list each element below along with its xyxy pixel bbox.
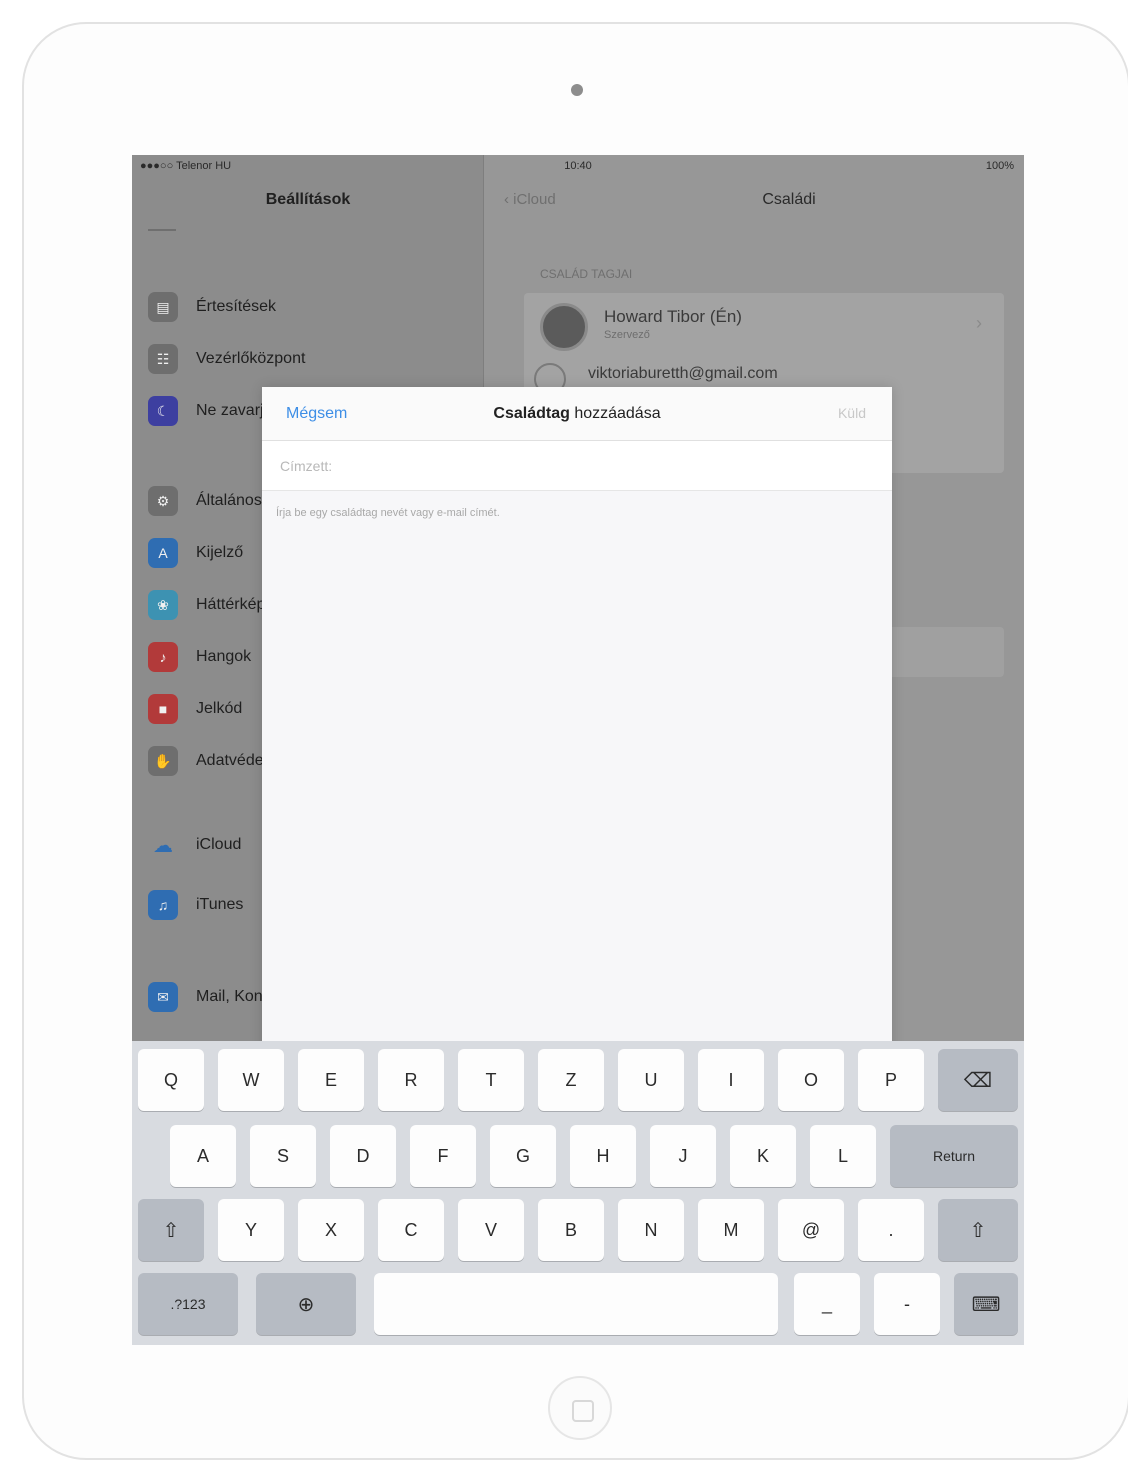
key-z[interactable]: Z [538, 1049, 604, 1111]
detail-title: Családi [762, 191, 816, 208]
shift-key-right[interactable]: ⇧ [938, 1199, 1018, 1261]
key-o[interactable]: O [778, 1049, 844, 1111]
key-i[interactable]: I [698, 1049, 764, 1111]
recipient-field[interactable] [262, 441, 892, 491]
key-n[interactable]: N [618, 1199, 684, 1261]
key-dash[interactable]: - [874, 1273, 940, 1335]
clock: 10:40 [564, 160, 592, 172]
key-a[interactable]: A [170, 1125, 236, 1187]
key-at[interactable]: @ [778, 1199, 844, 1261]
key-l[interactable]: L [810, 1125, 876, 1187]
shift-key-left[interactable]: ⇧ [138, 1199, 204, 1261]
contact-name: Howard Tibor (Én) [604, 307, 742, 326]
sidebar-item-label: Vezérlőközpont [196, 350, 306, 367]
key-underscore[interactable]: _ [794, 1273, 860, 1335]
recipient-input[interactable] [280, 453, 860, 479]
key-y[interactable]: Y [218, 1199, 284, 1261]
backspace-key[interactable]: ⌫ [938, 1049, 1018, 1111]
mail-icon: ✉ [148, 982, 178, 1012]
modal-title-bold: Családtag [493, 405, 570, 422]
key-g[interactable]: G [490, 1125, 556, 1187]
camera [571, 84, 583, 96]
modal-title: Családtag hozzáadása [262, 405, 892, 423]
sidebar-item-label: Hangok [196, 648, 252, 665]
key-p[interactable]: P [858, 1049, 924, 1111]
sound-icon: ♪ [148, 642, 178, 672]
sidebar-item-label: Értesítések [196, 298, 277, 315]
return-key[interactable]: Return [890, 1125, 1018, 1187]
key-period[interactable]: . [858, 1199, 924, 1261]
contact-email: viktoriaburetth@gmail.com [588, 365, 778, 382]
sidebar-title: Beállítások [265, 191, 351, 208]
key-t[interactable]: T [458, 1049, 524, 1111]
modal-nav-bar: Mégsem Családtag hozzáadása Küld [262, 387, 892, 441]
contact-row[interactable]: Howard Tibor (Én) Szervező › [540, 297, 1000, 357]
divider [148, 229, 176, 231]
sidebar-item-label: Általános [196, 492, 262, 509]
modal-title-rest: hozzáadása [574, 405, 661, 422]
key-f[interactable]: F [410, 1125, 476, 1187]
sidebar-item-label: Háttérkép [196, 596, 266, 613]
globe-icon[interactable]: ⊕ [256, 1273, 356, 1335]
key-j[interactable]: J [650, 1125, 716, 1187]
gear-icon: ⚙ [148, 486, 178, 516]
control-center-icon: ☷ [148, 344, 178, 374]
send-button[interactable]: Küld [838, 405, 866, 421]
sidebar-item-label: iTunes [196, 896, 244, 913]
key-b[interactable]: B [538, 1199, 604, 1261]
section-header: CSALÁD TAGJAI [540, 267, 633, 281]
hand-icon: ✋ [148, 746, 178, 776]
avatar [540, 303, 588, 351]
key-v[interactable]: V [458, 1199, 524, 1261]
hint-text: Írja be egy családtag nevét vagy e-mail … [276, 507, 500, 519]
moon-icon: ☾ [148, 396, 178, 426]
sidebar-item-control-center[interactable]: ☷ Vezérlőközpont [132, 333, 484, 385]
key-s[interactable]: S [250, 1125, 316, 1187]
key-x[interactable]: X [298, 1199, 364, 1261]
space-key[interactable] [374, 1273, 778, 1335]
key-e[interactable]: E [298, 1049, 364, 1111]
key-q[interactable]: Q [138, 1049, 204, 1111]
home-button[interactable] [548, 1376, 612, 1440]
screen: ●●●○○ Telenor HU 10:40 100% Beállítások … [132, 155, 1024, 1345]
key-h[interactable]: H [570, 1125, 636, 1187]
battery: 100% [985, 160, 1014, 172]
display-icon: A [148, 538, 178, 568]
key-k[interactable]: K [730, 1125, 796, 1187]
key-m[interactable]: M [698, 1199, 764, 1261]
key-c[interactable]: C [378, 1199, 444, 1261]
keyboard-hide-icon[interactable]: ⌨ [954, 1273, 1018, 1335]
sidebar-item-notifications[interactable]: ▤ Értesítések [132, 281, 484, 333]
wallpaper-icon: ❀ [148, 590, 178, 620]
key-w[interactable]: W [218, 1049, 284, 1111]
key-r[interactable]: R [378, 1049, 444, 1111]
sidebar-item-label: Jelkód [196, 700, 243, 717]
chevron-right-icon: › [976, 313, 982, 333]
lock-icon: ■ [148, 694, 178, 724]
notifications-icon: ▤ [148, 292, 178, 322]
store-icon: ♫ [148, 890, 178, 920]
cloud-icon: ☁ [153, 834, 173, 857]
key-u[interactable]: U [618, 1049, 684, 1111]
key-d[interactable]: D [330, 1125, 396, 1187]
contact-role: Szervező [604, 329, 650, 341]
sidebar-item-label: Kijelző [196, 544, 244, 561]
sidebar-item-label: iCloud [196, 836, 242, 853]
keyboard: Q W E R T Z U I O P ⌫ A S D F G H J K L … [132, 1041, 1024, 1345]
status-bar: ●●●○○ Telenor HU 10:40 100% [132, 155, 1024, 177]
numbers-key[interactable]: .?123 [138, 1273, 238, 1335]
